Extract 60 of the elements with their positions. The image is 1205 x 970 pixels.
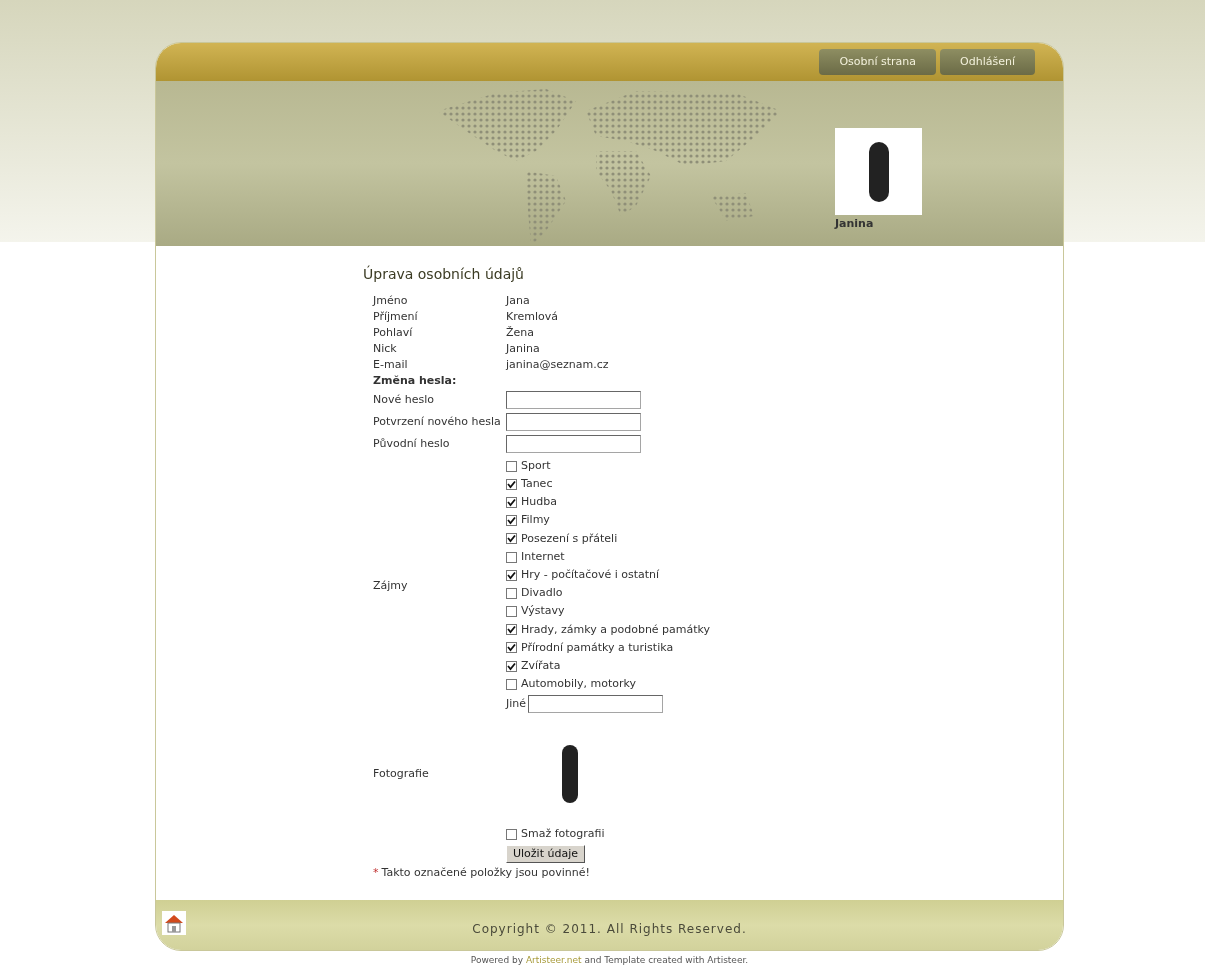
checkbox-label: Hrady, zámky a podobné památky: [521, 621, 711, 638]
checkbox[interactable]: [506, 569, 517, 581]
checkbox-label: Tanec: [521, 476, 553, 493]
password-field[interactable]: [506, 413, 641, 431]
password-field[interactable]: [506, 435, 641, 453]
artisteer-link[interactable]: Artisteer.net: [525, 954, 582, 965]
checkbox-label: Internet: [521, 548, 565, 565]
checkbox-label: Hry - počítačové i ostatní: [521, 566, 660, 583]
field-label: Původní heslo: [373, 436, 450, 450]
house-icon: [162, 910, 186, 935]
checkbox[interactable]: [506, 660, 517, 672]
checkbox[interactable]: [506, 624, 517, 636]
password-field[interactable]: [506, 391, 641, 409]
checkbox-label: Přírodní památky a turistika: [521, 639, 674, 656]
checkbox[interactable]: [506, 478, 517, 490]
field-label: Jiné: [506, 696, 527, 713]
nav-link[interactable]: Odhlášení: [940, 49, 1035, 75]
checkbox[interactable]: [506, 587, 517, 599]
checkbox-label: Filmy: [521, 512, 550, 529]
checkbox[interactable]: [506, 551, 517, 563]
credit-text: Powered by Artisteer.net and Template created with Artisteer.: [470, 954, 749, 965]
checkbox-label: Divadlo: [521, 585, 563, 602]
copyright-text: Copyright © 2011. All Rights Reserved.: [472, 920, 747, 938]
field-label: Nick: [373, 341, 397, 355]
text-field[interactable]: [528, 695, 664, 714]
required-mark: *: [373, 866, 379, 880]
field-label: Nové heslo: [373, 392, 434, 406]
checkbox-label: Výstavy: [521, 603, 565, 620]
checkbox-label: Posezení s přáteli: [521, 530, 618, 547]
field-label: Fotografie: [373, 767, 429, 781]
checkbox-label: Sport: [521, 457, 551, 474]
checkbox-label: Hudba: [521, 494, 557, 511]
field-value: Kremlová: [506, 308, 558, 325]
field-label: E-mail: [373, 357, 408, 371]
save-button[interactable]: Uložit údaje: [506, 845, 585, 864]
user-name: Janina: [835, 216, 875, 232]
checkbox[interactable]: [506, 606, 517, 618]
field-value: Žena: [506, 324, 534, 341]
field-label: Pohlaví: [373, 325, 413, 339]
form-title: Úprava osobních údajů: [363, 264, 524, 284]
field-label: Potvrzení nového hesla: [373, 414, 501, 428]
checkbox-label: Smaž fotografii: [521, 826, 605, 843]
checkbox-label: Automobily, motorky: [521, 676, 637, 693]
field-value: Janina: [506, 340, 540, 357]
checkbox[interactable]: [506, 642, 517, 654]
field-value: janina@seznam.cz: [506, 356, 609, 373]
section-heading: Změna hesla:: [373, 372, 457, 389]
field-label: Jméno: [373, 293, 408, 307]
checkbox[interactable]: [506, 496, 517, 508]
checkbox[interactable]: [506, 460, 517, 472]
checkbox[interactable]: [506, 533, 517, 545]
checkbox-label: Zvířata: [521, 657, 561, 674]
field-label: Příjmení: [373, 309, 418, 323]
checkbox[interactable]: [506, 678, 517, 690]
required-note: Takto označené položky jsou povinné!: [381, 866, 590, 880]
nav-link[interactable]: Osobní strana: [819, 49, 937, 75]
field-label: Zájmy: [373, 578, 408, 592]
checkbox[interactable]: [506, 828, 517, 840]
field-value: Jana: [506, 292, 530, 309]
checkbox[interactable]: [506, 515, 517, 527]
